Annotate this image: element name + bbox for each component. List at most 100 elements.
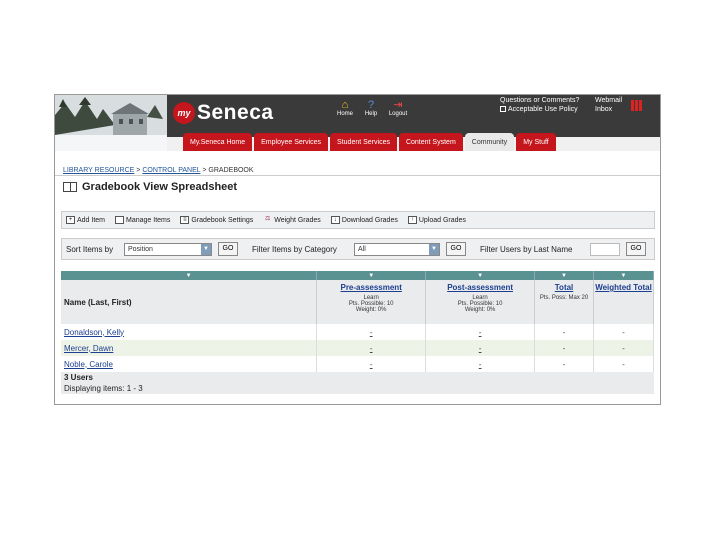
table-row: Mercer, Dawn - - - - <box>61 340 654 356</box>
post-assessment-header: Post-assessment Learn Pts. Possible: 10 … <box>425 280 536 324</box>
campus-photo <box>55 95 167 151</box>
portal-header: my Seneca ⌂ Home ? Help ⇥ Logout Questio… <box>55 95 660 151</box>
total-header: Total Pts. Poss: Max 20 <box>534 280 594 324</box>
grade-cell[interactable]: - <box>425 324 536 340</box>
name-column-header[interactable]: Name (Last, First) <box>61 280 318 324</box>
home-label: Home <box>336 111 353 117</box>
webmail-icon[interactable] <box>631 100 642 111</box>
filter-category-value: All <box>358 246 366 253</box>
total-cell: - <box>534 356 594 372</box>
gradebook-settings-label: Gradebook Settings <box>191 216 254 224</box>
upload-grades-label: Upload Grades <box>418 216 466 224</box>
weight-grades-label: Weight Grades <box>274 216 321 224</box>
student-name-link[interactable]: Mercer, Dawn <box>61 340 318 356</box>
grade-cell[interactable]: - <box>425 340 536 356</box>
logo-badge: my <box>173 102 195 124</box>
myseneca-logo[interactable]: my Seneca <box>173 99 274 127</box>
page-title: Gradebook View Spreadsheet <box>63 181 237 193</box>
user-count: 3 Users <box>64 373 93 382</box>
logo-text: Seneca <box>197 101 274 124</box>
table-row: Donaldson, Kelly - - - - <box>61 324 654 340</box>
post-assessment-weight: Weight: 0% <box>464 307 496 313</box>
page-title-text: Gradebook View Spreadsheet <box>82 181 238 193</box>
breadcrumb-library-resource[interactable]: LIBRARY RESOURCE <box>63 167 134 174</box>
column-menu-post[interactable]: ▼ <box>425 271 536 280</box>
total-points: Pts. Poss: Max 20 <box>539 295 589 301</box>
questions-comments-link[interactable]: Questions or Comments? <box>500 96 579 105</box>
grade-cell[interactable]: - <box>425 356 536 372</box>
download-icon: ↓ <box>330 216 340 224</box>
sort-items-select[interactable]: Position ▼ <box>124 243 212 256</box>
total-link[interactable]: Total <box>535 283 593 292</box>
settings-icon: ≡ <box>180 216 190 224</box>
sort-items-label: Sort Items by <box>66 245 114 254</box>
manage-items-label: Manage Items <box>126 216 171 224</box>
acceptable-use-link[interactable]: Acceptable Use Policy <box>500 105 579 114</box>
breadcrumb-control-panel[interactable]: CONTROL PANEL <box>142 167 200 174</box>
total-cell: - <box>534 324 594 340</box>
gradebook-settings-button[interactable]: ≡ Gradebook Settings <box>180 216 253 224</box>
sort-items-value: Position <box>128 246 153 253</box>
grade-cell[interactable]: - <box>316 340 427 356</box>
filter-bar: Sort Items by Position ▼ GO Filter Items… <box>61 238 655 260</box>
download-grades-label: Download Grades <box>341 216 398 224</box>
chevron-down-icon: ▼ <box>429 244 439 255</box>
portal-tabs: My.Seneca Home Employee Services Student… <box>183 133 556 151</box>
logout-link[interactable]: ⇥ Logout <box>379 99 417 117</box>
chevron-down-icon: ▼ <box>201 244 211 255</box>
column-menu-total[interactable]: ▼ <box>534 271 594 280</box>
weighted-total-cell: - <box>593 340 654 356</box>
student-name-link[interactable]: Noble, Carole <box>61 356 318 372</box>
users-go-button[interactable]: GO <box>626 242 646 256</box>
weight-icon: ⚖ <box>265 216 271 222</box>
column-menu-pre[interactable]: ▼ <box>316 271 427 280</box>
inbox-label: Inbox <box>595 106 613 113</box>
breadcrumb-current: GRADEBOOK <box>208 167 254 174</box>
tab-my-stuff[interactable]: My Stuff <box>516 133 556 151</box>
filter-category-select[interactable]: All ▼ <box>354 243 440 256</box>
weighted-total-link[interactable]: Weighted Total <box>594 283 653 292</box>
browser-content: my Seneca ⌂ Home ? Help ⇥ Logout Questio… <box>54 94 661 405</box>
manage-items-button[interactable]: Manage Items <box>115 216 170 224</box>
tab-myseneca-home[interactable]: My.Seneca Home <box>183 133 253 151</box>
gradebook-grid: ▼ ▼ ▼ ▼ ▼ Name (Last, First) Pre-assessm… <box>61 271 654 394</box>
column-menu-name[interactable]: ▼ <box>61 271 318 280</box>
tab-content-system[interactable]: Content System <box>398 133 463 151</box>
filter-category-label: Filter Items by Category <box>252 245 337 254</box>
acceptable-use-label: Acceptable Use Policy <box>508 106 578 113</box>
help-label: Help <box>364 111 378 117</box>
action-bar: + Add Item Manage Items ≡ Gradebook Sett… <box>61 211 655 229</box>
filter-go-button[interactable]: GO <box>446 242 466 256</box>
logout-label: Logout <box>388 111 408 117</box>
download-grades-button[interactable]: ↓ Download Grades <box>330 216 398 224</box>
tab-employee-services[interactable]: Employee Services <box>254 133 329 151</box>
total-cell: - <box>534 340 594 356</box>
pre-assessment-weight: Weight: 0% <box>355 307 387 313</box>
webmail-link[interactable]: Webmail Inbox <box>595 96 622 114</box>
logout-icon: ⇥ <box>393 99 403 111</box>
add-item-button[interactable]: + Add Item <box>66 216 105 224</box>
student-name-link[interactable]: Donaldson, Kelly <box>61 324 318 340</box>
pre-assessment-link[interactable]: Pre-assessment <box>317 283 425 292</box>
divider <box>55 175 660 176</box>
filter-users-label: Filter Users by Last Name <box>480 245 573 254</box>
sort-go-button[interactable]: GO <box>218 242 238 256</box>
add-item-icon: + <box>66 216 75 224</box>
column-menu-weighted[interactable]: ▼ <box>593 271 654 280</box>
post-assessment-link[interactable]: Post-assessment <box>426 283 534 292</box>
policy-icon <box>500 106 506 113</box>
weight-grades-button[interactable]: ⚖ Weight Grades <box>263 216 321 224</box>
grade-cell[interactable]: - <box>316 324 427 340</box>
tab-student-services[interactable]: Student Services <box>330 133 397 151</box>
manage-items-icon <box>115 216 125 224</box>
pre-assessment-header: Pre-assessment Learn Pts. Possible: 10 W… <box>316 280 427 324</box>
gradebook-icon <box>63 182 77 192</box>
tab-community[interactable]: Community <box>464 133 515 151</box>
upload-grades-button[interactable]: ↑ Upload Grades <box>407 216 466 224</box>
display-range: Displaying items: 1 - 3 <box>64 384 143 393</box>
grade-cell[interactable]: - <box>316 356 427 372</box>
questions-links: Questions or Comments? Acceptable Use Po… <box>500 96 579 114</box>
webmail-label: Webmail <box>595 97 623 104</box>
last-name-input[interactable] <box>590 243 620 256</box>
breadcrumb: LIBRARY RESOURCE > CONTROL PANEL > GRADE… <box>63 167 254 174</box>
